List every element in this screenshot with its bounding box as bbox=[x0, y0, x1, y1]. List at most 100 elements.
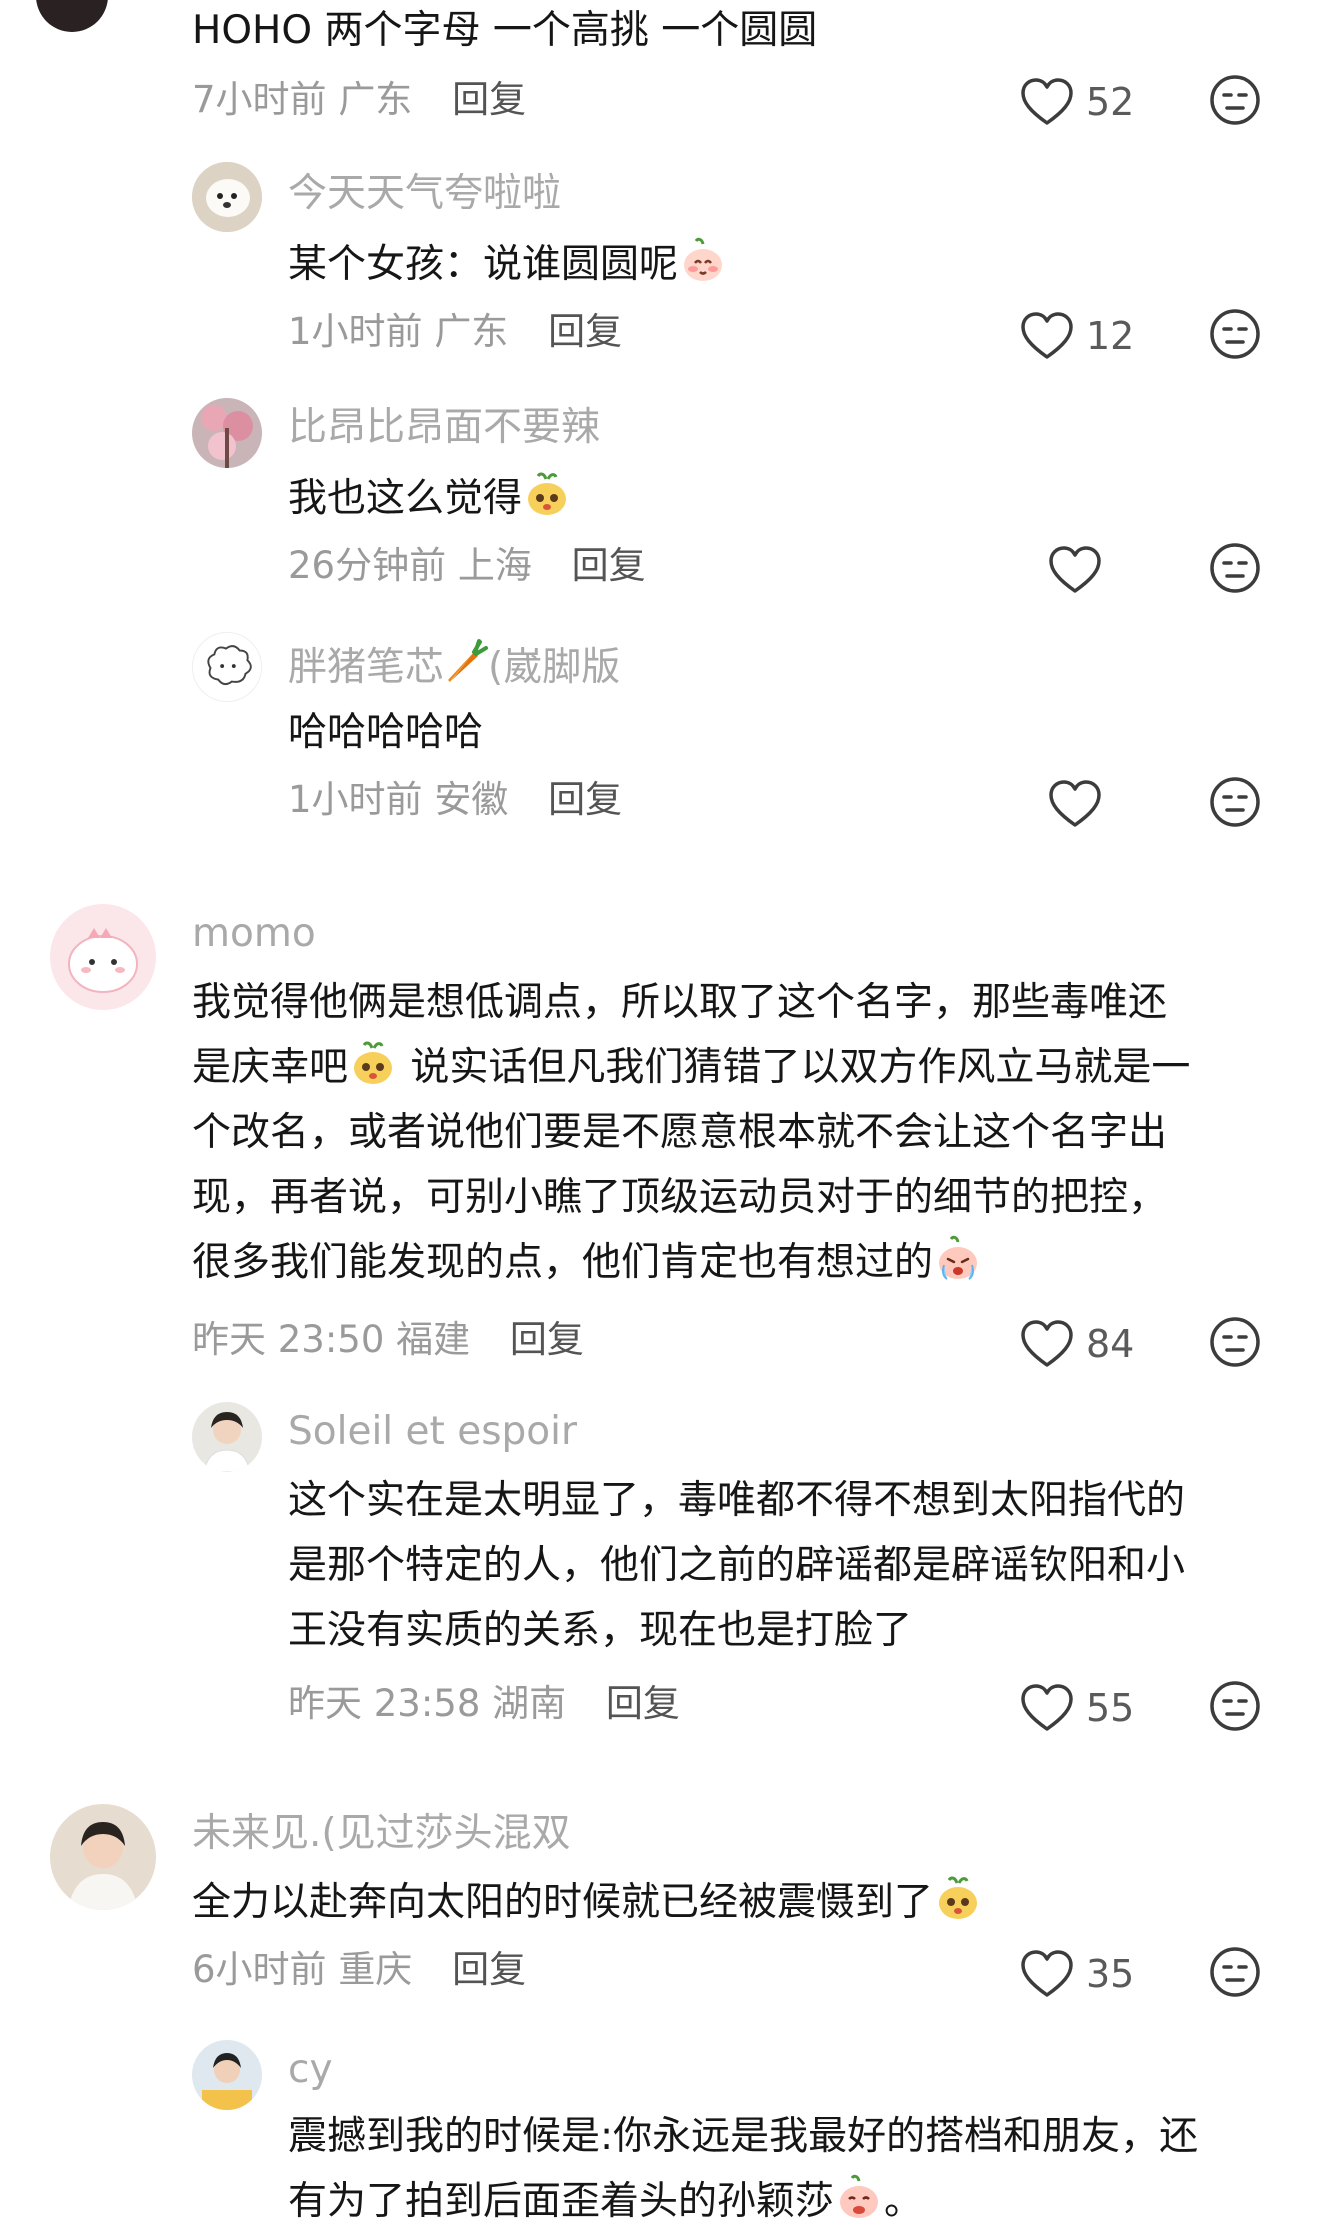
comment-meta: 6小时前 重庆 回复 bbox=[192, 1946, 526, 1994]
like-button[interactable]: 84 bbox=[1020, 1316, 1134, 1372]
blossom-avatar-image bbox=[192, 398, 262, 468]
reply-button[interactable]: 回复 bbox=[510, 1318, 584, 1361]
reply-button[interactable]: 回复 bbox=[548, 778, 622, 821]
like-button[interactable]: 52 bbox=[1020, 74, 1134, 130]
avatar[interactable] bbox=[50, 904, 156, 1010]
person-avatar-image bbox=[192, 2040, 262, 2110]
commenter-name[interactable]: Soleil et espoir bbox=[288, 1408, 577, 1456]
dislike-icon[interactable] bbox=[1208, 1945, 1262, 1999]
like-count: 35 bbox=[1086, 1952, 1135, 1996]
comment-location: 上海 bbox=[457, 544, 532, 587]
dislike-icon[interactable] bbox=[1208, 541, 1262, 595]
comment-time: 7小时前 bbox=[192, 78, 327, 121]
like-button[interactable] bbox=[1048, 542, 1102, 598]
avatar[interactable] bbox=[192, 398, 262, 468]
commenter-name[interactable]: 未来见.(见过莎头混双 bbox=[192, 1810, 571, 1858]
yellow-face-emoji-icon bbox=[354, 1041, 393, 1084]
comment-line: 震撼到我的时候是:你永远是我最好的搭档和朋友，还 bbox=[288, 2114, 1199, 2159]
commenter-name-text: 胖猪笔芯 bbox=[288, 645, 445, 690]
comment-time: 1小时前 bbox=[288, 778, 423, 821]
commenter-name[interactable]: 胖猪笔芯 (崴脚版 bbox=[288, 638, 620, 692]
carrot-icon bbox=[448, 639, 489, 682]
dislike-icon[interactable] bbox=[1208, 775, 1262, 829]
comment-text-content: 我也这么觉得 bbox=[288, 476, 523, 521]
dislike-icon[interactable] bbox=[1208, 1679, 1262, 1733]
dislike-icon[interactable] bbox=[1208, 1315, 1262, 1369]
comment-line: 我觉得他俩是想低调点，所以取了这个名字，那些毒唯还 bbox=[192, 980, 1168, 1025]
dislike-icon[interactable] bbox=[1208, 307, 1262, 361]
commenter-name[interactable]: momo bbox=[192, 910, 316, 958]
pink-face-emoji-icon bbox=[840, 2174, 879, 2218]
yellow-face-emoji-icon bbox=[939, 1876, 978, 1919]
avatar[interactable] bbox=[192, 2040, 262, 2110]
commenter-name[interactable]: 今天天气夸啦啦 bbox=[288, 170, 561, 218]
heart-outline-icon bbox=[1021, 1950, 1073, 1997]
comment-text: 震撼到我的时候是:你永远是我最好的搭档和朋友，还 有为了拍到后面歪着头的孙颖莎 。 bbox=[288, 2104, 1288, 2234]
comment-meta: 昨天 23:50 福建 回复 bbox=[192, 1316, 584, 1364]
like-button[interactable]: 35 bbox=[1020, 1946, 1134, 2002]
like-button[interactable] bbox=[1048, 776, 1102, 832]
avatar[interactable] bbox=[192, 632, 262, 702]
person-avatar-image bbox=[50, 1804, 156, 1910]
comment-line: 有为了拍到后面歪着头的孙颖莎 。 bbox=[288, 2169, 1288, 2234]
heart-outline-icon bbox=[1021, 1684, 1073, 1731]
comment-line-part: 。 bbox=[884, 2179, 924, 2224]
avatar[interactable] bbox=[192, 162, 262, 232]
comment-text: 全力以赴奔向太阳的时候就已经被震慑到了 bbox=[192, 1870, 983, 1935]
like-count: 84 bbox=[1086, 1322, 1135, 1366]
reply-button[interactable]: 回复 bbox=[606, 1682, 680, 1725]
comment-line: 王没有实质的关系，现在也是打脸了 bbox=[288, 1608, 913, 1653]
reply-button[interactable]: 回复 bbox=[452, 1948, 526, 1991]
comment-time: 昨天 23:50 bbox=[192, 1318, 385, 1361]
comment-location: 湖南 bbox=[492, 1682, 567, 1725]
comment-line: 现，再者说，可别小瞧了顶级运动员对于的细节的把控， bbox=[192, 1175, 1168, 1220]
yellow-face-emoji-icon bbox=[528, 472, 567, 515]
heart-outline-icon bbox=[1021, 78, 1073, 125]
comment-line: 是庆幸吧 说实话但凡我们猜错了以双方作风立马就是一 bbox=[192, 1035, 1282, 1100]
like-button[interactable]: 55 bbox=[1020, 1680, 1134, 1736]
comment-time: 6小时前 bbox=[192, 1948, 327, 1991]
comment-text: 我也这么觉得 bbox=[288, 466, 572, 531]
dislike-icon[interactable] bbox=[1208, 73, 1262, 127]
comment-time: 昨天 23:58 bbox=[288, 1682, 481, 1725]
comment-location: 福建 bbox=[396, 1318, 471, 1361]
avatar[interactable] bbox=[192, 1402, 262, 1472]
comment-line-part: 是庆幸吧 bbox=[192, 1045, 349, 1090]
comment-line-part: 说实话但凡我们猜错了以双方作风立马就是一 bbox=[398, 1045, 1191, 1090]
comment-text-content: 全力以赴奔向太阳的时候就已经被震慑到了 bbox=[192, 1880, 934, 1925]
comment-meta: 26分钟前 上海 回复 bbox=[288, 542, 646, 590]
avatar[interactable] bbox=[50, 1804, 156, 1910]
doodle-sheep-avatar-image bbox=[193, 633, 261, 701]
like-count: 55 bbox=[1086, 1686, 1135, 1730]
comment-text: 哈哈哈哈哈 bbox=[288, 710, 484, 755]
reply-button[interactable]: 回复 bbox=[548, 310, 622, 353]
commenter-name-suffix: (崴脚版 bbox=[488, 645, 621, 690]
commenter-name[interactable]: 比昂比昂面不要辣 bbox=[288, 404, 600, 452]
comment-line: 很多我们能发现的点，他们肯定也有想过的 bbox=[192, 1230, 1282, 1295]
comment-line-part: 有为了拍到后面歪着头的孙颖莎 bbox=[288, 2179, 835, 2224]
reply-button[interactable]: 回复 bbox=[572, 544, 646, 587]
crying-face-emoji-icon bbox=[939, 1235, 978, 1280]
comment-meta: 7小时前 广东 回复 bbox=[192, 76, 526, 124]
heart-outline-icon bbox=[1049, 780, 1101, 827]
like-count: 12 bbox=[1086, 314, 1135, 358]
comment-location: 安徽 bbox=[434, 778, 509, 821]
heart-outline-icon bbox=[1049, 546, 1101, 593]
comment-meta: 1小时前 广东 回复 bbox=[288, 308, 622, 356]
comment-line: 个改名，或者说他们要是不愿意根本就不会让这个名字出 bbox=[192, 1110, 1168, 1155]
comment-location: 广东 bbox=[434, 310, 509, 353]
comment-text: 我觉得他俩是想低调点，所以取了这个名字，那些毒唯还 是庆幸吧 说实话但凡我们猜错… bbox=[192, 970, 1282, 1295]
like-count: 52 bbox=[1086, 80, 1135, 124]
comment-text: 这个实在是太明显了，毒唯都不得不想到太阳指代的 是那个特定的人，他们之前的辟谣都… bbox=[288, 1468, 1278, 1663]
comment-line: 这个实在是太明显了，毒唯都不得不想到太阳指代的 bbox=[288, 1478, 1186, 1523]
comment-location: 广东 bbox=[338, 78, 413, 121]
commenter-name[interactable]: cy bbox=[288, 2046, 333, 2094]
avatar[interactable] bbox=[36, 0, 108, 32]
reply-button[interactable]: 回复 bbox=[452, 78, 526, 121]
comment-line-part: 很多我们能发现的点，他们肯定也有想过的 bbox=[192, 1240, 934, 1285]
heart-outline-icon bbox=[1021, 312, 1073, 359]
comment-text: 某个女孩：说谁圆圆呢 bbox=[288, 232, 728, 297]
comment-meta: 昨天 23:58 湖南 回复 bbox=[288, 1680, 680, 1728]
person-avatar-image bbox=[192, 1402, 262, 1472]
like-button[interactable]: 12 bbox=[1020, 308, 1134, 364]
